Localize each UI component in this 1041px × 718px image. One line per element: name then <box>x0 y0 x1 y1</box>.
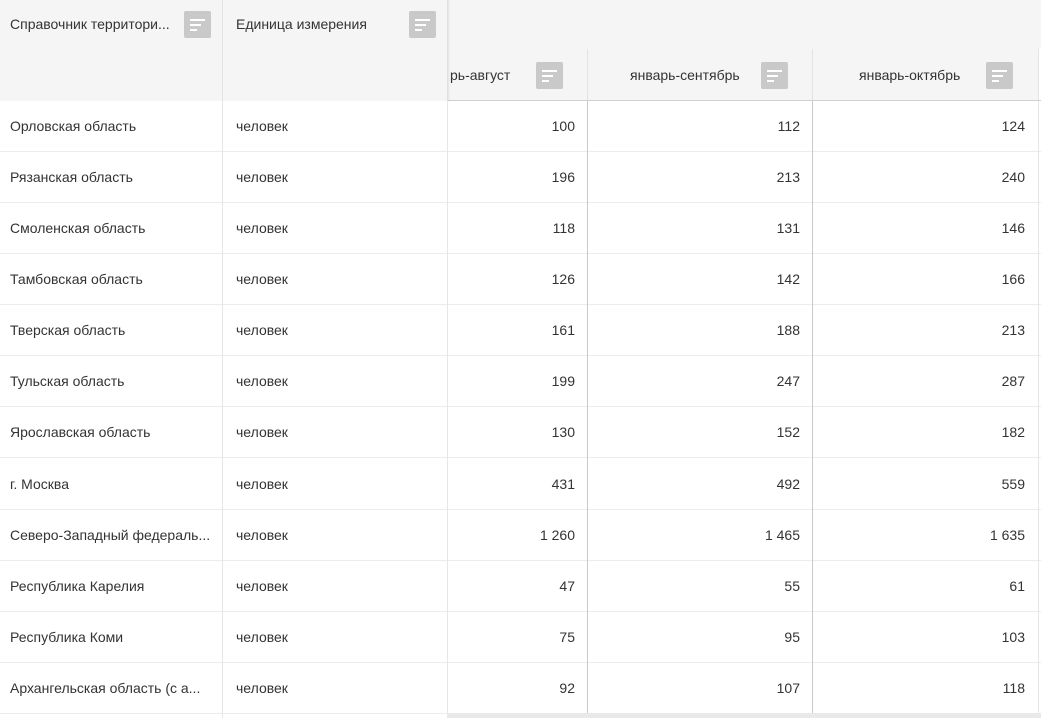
unit-cell: человек <box>236 271 288 287</box>
region-cell: Тульская область <box>10 373 125 389</box>
value-cell-period3: 1 635 <box>989 527 1025 543</box>
value-cell-period3: 124 <box>1001 118 1025 134</box>
column-header-period2[interactable]: январь-сентябрь <box>588 49 813 101</box>
column-divider <box>222 101 223 718</box>
table-row[interactable]: Тамбовская область человек 126 142 166 <box>0 254 1041 305</box>
unit-cell: человек <box>236 118 288 134</box>
data-table: рь-август январь-сентябрь январь-октябрь… <box>0 0 1041 718</box>
value-cell-period1: 161 <box>551 322 575 338</box>
region-cell: Республика Коми <box>10 629 124 645</box>
value-cell-period2: 107 <box>776 680 800 696</box>
sort-icon[interactable] <box>536 62 563 89</box>
region-cell: г. Москва <box>10 476 69 492</box>
value-cell-period2: 55 <box>784 578 800 594</box>
unit-cell: человек <box>236 629 288 645</box>
value-cell-period1: 118 <box>552 220 575 236</box>
sort-icon[interactable] <box>409 11 436 38</box>
region-cell: Тамбовская область <box>10 271 143 287</box>
region-cell: Ярославская область <box>10 424 151 440</box>
value-cell-period3: 103 <box>1001 629 1025 645</box>
unit-cell: человек <box>236 527 288 543</box>
value-cell-period2: 95 <box>784 629 800 645</box>
value-cell-period2: 131 <box>776 220 800 236</box>
value-cell-period1: 100 <box>551 118 575 134</box>
value-cell-period3: 118 <box>1002 680 1025 696</box>
column-header-label: январь-октябрь <box>859 67 961 83</box>
region-cell: Северо-Западный федераль... <box>10 527 211 543</box>
value-cell-period1: 1 260 <box>539 527 575 543</box>
sort-icon[interactable] <box>184 11 211 38</box>
table-row[interactable]: Архангельская область (с а... человек 92… <box>0 663 1041 714</box>
value-cell-period1: 196 <box>551 169 575 185</box>
column-header-period1[interactable]: рь-август <box>448 49 588 101</box>
value-cell-period3: 213 <box>1001 322 1025 338</box>
unit-cell: человек <box>236 220 288 236</box>
unit-cell: человек <box>236 424 288 440</box>
sort-icon[interactable] <box>986 62 1013 89</box>
value-cell-period3: 146 <box>1001 220 1025 236</box>
table-row[interactable]: Республика Карелия человек 47 55 61 <box>0 561 1041 612</box>
value-cell-period1: 47 <box>559 578 575 594</box>
region-cell: Рязанская область <box>10 169 133 185</box>
column-header-label: Справочник территори... <box>10 16 170 32</box>
column-divider <box>447 101 448 718</box>
column-header-label: рь-август <box>450 67 511 83</box>
table-row[interactable]: г. Москва человек 431 492 559 <box>0 459 1041 510</box>
value-cell-period3: 559 <box>1001 476 1025 492</box>
column-header-label: январь-сентябрь <box>630 67 740 83</box>
sort-icon[interactable] <box>761 62 788 89</box>
column-divider <box>587 101 588 718</box>
value-cell-period3: 166 <box>1001 271 1025 287</box>
value-cell-period2: 492 <box>776 476 800 492</box>
value-cell-period1: 126 <box>551 271 575 287</box>
value-cell-period2: 112 <box>777 118 800 134</box>
value-cell-period2: 247 <box>776 373 800 389</box>
value-cell-period1: 75 <box>559 629 575 645</box>
region-cell: Архангельская область (с а... <box>10 680 201 696</box>
value-cell-period1: 199 <box>551 373 575 389</box>
value-cell-period3: 61 <box>1009 578 1025 594</box>
unit-cell: человек <box>236 322 288 338</box>
unit-cell: человек <box>236 578 288 594</box>
table-row[interactable]: Тверская область человек 161 188 213 <box>0 305 1041 356</box>
value-cell-period2: 142 <box>776 271 800 287</box>
table-row[interactable]: Республика Коми человек 75 95 103 <box>0 612 1041 663</box>
table-row[interactable]: Орловская область человек 100 112 124 <box>0 101 1041 152</box>
table-row[interactable]: Тульская область человек 199 247 287 <box>0 356 1041 407</box>
value-cell-period3: 287 <box>1001 373 1025 389</box>
value-cell-period2: 188 <box>776 322 800 338</box>
column-divider <box>812 101 813 718</box>
unit-cell: человек <box>236 169 288 185</box>
column-header-period3[interactable]: январь-октябрь <box>813 49 1039 101</box>
region-cell: Смоленская область <box>10 220 146 236</box>
frozen-header: Справочник территори... Единица измерени… <box>0 0 448 101</box>
table-row[interactable]: Ярославская область человек 130 152 182 <box>0 407 1041 458</box>
value-cell-period3: 182 <box>1001 424 1025 440</box>
value-cell-period2: 152 <box>776 424 800 440</box>
value-cell-period2: 1 465 <box>764 527 800 543</box>
unit-cell: человек <box>236 476 288 492</box>
column-header-region[interactable]: Справочник территори... <box>0 0 223 101</box>
table-row[interactable]: Северо-Западный федераль... человек 1 26… <box>0 510 1041 561</box>
region-cell: Орловская область <box>10 118 137 134</box>
table-row[interactable]: Смоленская область человек 118 131 146 <box>0 203 1041 254</box>
region-cell: Республика Карелия <box>10 578 145 594</box>
region-cell: Тверская область <box>10 322 126 338</box>
value-cell-period1: 130 <box>551 424 575 440</box>
table-row[interactable]: Рязанская область человек 196 213 240 <box>0 152 1041 203</box>
header-group-band <box>447 0 1041 49</box>
value-cell-period1: 92 <box>559 680 575 696</box>
horizontal-scrollbar[interactable] <box>447 713 1041 718</box>
column-header-unit[interactable]: Единица измерения <box>223 0 447 101</box>
column-divider <box>1038 101 1039 718</box>
column-header-label: Единица измерения <box>236 16 367 32</box>
unit-cell: человек <box>236 680 288 696</box>
value-cell-period1: 431 <box>551 476 575 492</box>
value-cell-period2: 213 <box>776 169 800 185</box>
unit-cell: человек <box>236 373 288 389</box>
value-cell-period3: 240 <box>1001 169 1025 185</box>
